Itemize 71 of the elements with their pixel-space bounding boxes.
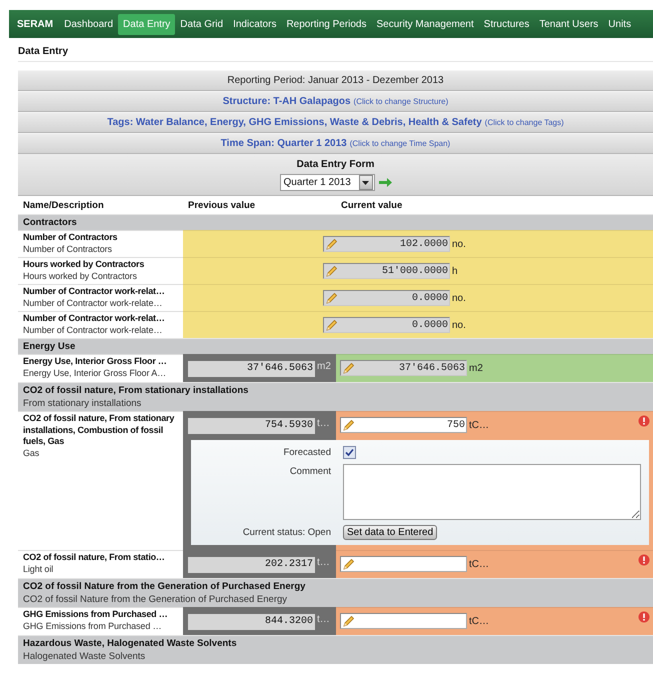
forecasted-label: Forecasted: [282, 446, 331, 458]
section-description: Halogenated Waste Solvents: [23, 651, 146, 662]
column-header: Current value: [340, 199, 404, 213]
value-input-field[interactable]: [340, 613, 467, 629]
comment-label: Comment: [288, 465, 331, 477]
pencil-icon[interactable]: [342, 558, 355, 571]
status-text: Current status: Open: [242, 526, 331, 538]
previous-value-field: 202.2317: [188, 557, 315, 573]
warning-icon: [638, 415, 650, 427]
unit-label: m2: [317, 361, 331, 372]
pencil-icon[interactable]: [325, 238, 338, 251]
value-input-field[interactable]: 51'000.0000: [323, 263, 450, 279]
value-input-field[interactable]: 0.0000: [323, 317, 450, 333]
unit-label: m2: [469, 362, 483, 374]
pencil-icon[interactable]: [325, 319, 338, 332]
indicator-name-cell: Hours worked by Contractors Hours worked by Contractors: [18, 257, 183, 284]
warning-icon: [638, 554, 650, 566]
page-title: Data Entry: [18, 38, 653, 62]
section-title: CO2 of fossil nature, From stationary installations: [23, 385, 250, 396]
value-input-field[interactable]: 37'646.5063: [340, 360, 467, 376]
warning-icon: [638, 611, 650, 623]
unit-label: t…: [317, 418, 330, 429]
pencil-icon[interactable]: [325, 265, 338, 278]
section-description: CO2 of fossil Nature from the Generation of Purchased Energy: [23, 594, 288, 605]
pencil-icon[interactable]: [342, 419, 355, 432]
unit-label: tC…: [469, 420, 489, 430]
value-input-field[interactable]: 102.0000: [323, 236, 450, 252]
unit-label: tC…: [469, 558, 489, 570]
set-entered-button[interactable]: Set data to Entered: [343, 525, 438, 540]
unit-label: t…: [317, 557, 330, 568]
column-header: Name/Description: [22, 199, 105, 213]
value-input-field[interactable]: 0.0000: [323, 290, 450, 306]
period-dropdown[interactable]: Quarter 1 2013: [280, 174, 374, 191]
nav-link[interactable]: Security Management: [372, 14, 479, 34]
unit-label: no.: [452, 238, 466, 250]
previous-value-field: 844.3200: [188, 614, 315, 630]
brand-logo[interactable]: SERAM: [17, 18, 54, 30]
section-description: From stationary installations: [23, 398, 142, 409]
unit-label: no.: [452, 292, 466, 304]
nav-link[interactable]: Reporting Periods: [281, 14, 372, 34]
previous-value-field: 37'646.5063: [188, 361, 315, 377]
unit-label: no.: [452, 320, 466, 330]
nav-link[interactable]: Dashboard: [59, 14, 118, 34]
previous-value-field: 754.5930: [188, 418, 315, 434]
column-header: Previous value: [187, 199, 256, 213]
filter-selector-bar[interactable]: Structure: T-AH Galapagos (Click to change Structure): [18, 91, 653, 112]
nav-link[interactable]: Indicators: [228, 14, 282, 34]
comment-field[interactable]: [343, 464, 641, 520]
unit-label: h: [452, 266, 458, 276]
pencil-icon[interactable]: [342, 362, 355, 375]
filter-selector-bar[interactable]: Tags: Water Balance, Energy, GHG Emissions, Waste & Debris, Health & Safety (Click to change Tags): [18, 112, 653, 133]
reporting-period-bar: Reporting Period: Januar 2013 - Dezember 2013: [18, 70, 653, 91]
section-title: Energy Use: [23, 341, 76, 352]
pencil-icon[interactable]: [325, 292, 338, 305]
unit-label: t…: [317, 614, 330, 625]
section-title: Contractors: [23, 217, 78, 228]
section-title: CO2 of fossil Nature from the Generation of Purchased Energy: [23, 581, 306, 592]
form-title: Data Entry Form: [296, 159, 374, 170]
go-arrow-icon[interactable]: [378, 178, 392, 187]
section-title: Hazardous Waste, Halogenated Waste Solvents: [23, 638, 238, 649]
value-input-field[interactable]: [340, 556, 467, 572]
nav-link[interactable]: Structures: [478, 14, 534, 34]
nav-link[interactable]: Units: [603, 14, 636, 34]
filter-selector-bar[interactable]: Time Span: Quarter 1 2013 (Click to change Time Span): [18, 133, 653, 154]
nav-link[interactable]: Tenant Users: [534, 14, 604, 34]
nav-link[interactable]: Data Grid: [175, 14, 228, 34]
dropdown-caret-icon[interactable]: [362, 180, 369, 184]
pencil-icon[interactable]: [342, 615, 355, 628]
forecasted-checkbox[interactable]: [343, 446, 356, 459]
unit-label: tC…: [469, 616, 489, 626]
value-input-field[interactable]: 750: [340, 417, 467, 433]
